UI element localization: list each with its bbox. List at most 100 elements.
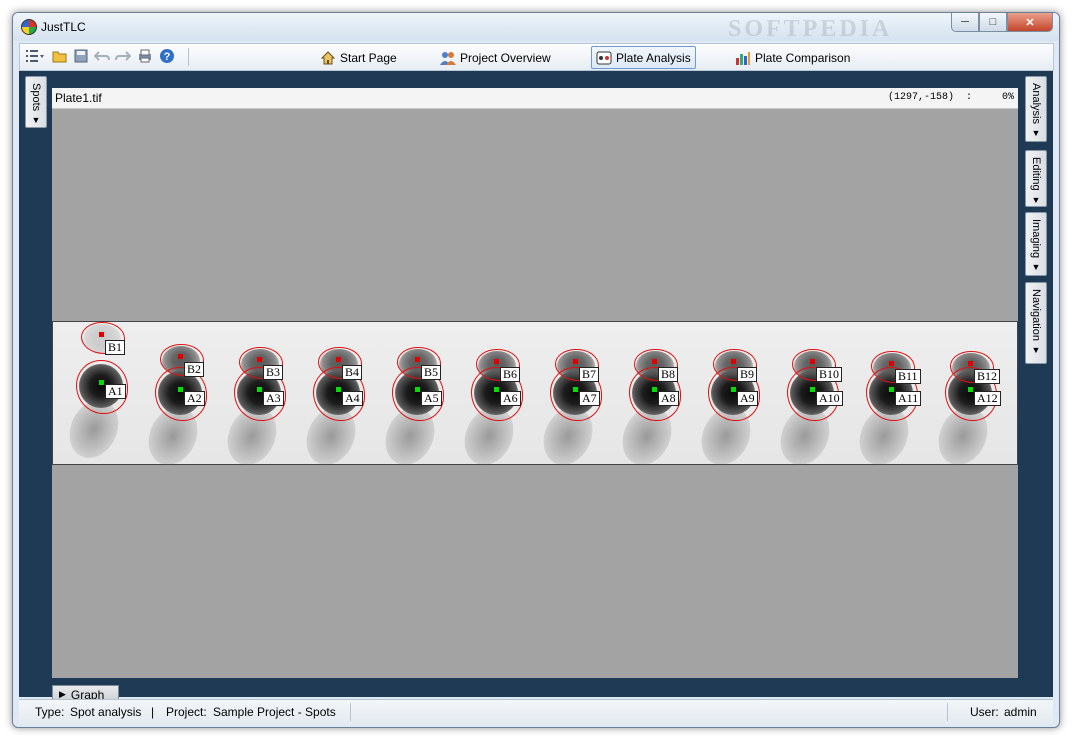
- lower-spot-label: A4: [342, 391, 363, 406]
- upper-spot-label: B11: [895, 369, 921, 384]
- maximize-button[interactable]: □: [979, 13, 1007, 32]
- nav-start-page[interactable]: Start Page: [315, 46, 402, 69]
- main-toolbar: ? Start Page Project Overview Plate Anal…: [19, 43, 1054, 71]
- upper-spot-marker[interactable]: [810, 359, 815, 364]
- nav-start-page-label: Start Page: [340, 50, 397, 65]
- nav-project-overview-label: Project Overview: [460, 50, 551, 65]
- open-folder-icon[interactable]: [52, 48, 68, 64]
- nav-plate-analysis-label: Plate Analysis: [616, 50, 691, 65]
- plate-icon: [596, 50, 612, 66]
- analysis-tab-label: Analysis: [1030, 83, 1042, 124]
- lower-spot-label: A1: [105, 384, 126, 399]
- nav-plate-comparison[interactable]: Plate Comparison: [730, 46, 855, 69]
- cursor-coordinates: (1297,-158) : 0%: [887, 92, 1014, 103]
- upper-spot-marker[interactable]: [573, 359, 578, 364]
- close-button[interactable]: ✕: [1007, 13, 1053, 32]
- navigation-panel-tab[interactable]: Navigation ▼: [1025, 282, 1047, 364]
- plate-canvas[interactable]: B1 A1 B2 A2 B3 A3 B4 A4 B5 A5 B6 A6 B7 A7 B8 A8 B9 A9 B10 A…: [52, 109, 1018, 678]
- list-menu-icon[interactable]: [24, 48, 46, 64]
- home-icon: [320, 50, 336, 66]
- lower-spot-label: A2: [184, 391, 205, 406]
- status-user-label: User:: [970, 705, 999, 719]
- watermark: SOFTPEDIA: [728, 16, 893, 42]
- chevron-down-icon: ▼: [31, 115, 41, 126]
- lower-spot-marker[interactable]: [257, 387, 262, 392]
- upper-spot-marker[interactable]: [415, 357, 420, 362]
- nav-project-overview[interactable]: Project Overview: [435, 46, 556, 69]
- window-controls: ─ □ ✕: [951, 13, 1053, 33]
- lower-spot-marker[interactable]: [810, 387, 815, 392]
- lower-spot-label: A11: [895, 391, 922, 406]
- lower-spot-marker[interactable]: [652, 387, 657, 392]
- status-bar: Type: Spot analysis | Project: Sample Pr…: [19, 699, 1053, 724]
- bar-chart-icon: [735, 50, 751, 66]
- help-icon[interactable]: ?: [159, 48, 175, 64]
- upper-spot-marker[interactable]: [968, 361, 973, 366]
- upper-spot-label: B2: [184, 362, 205, 377]
- status-type-value: Spot analysis: [70, 705, 142, 719]
- lower-spot-marker[interactable]: [968, 387, 973, 392]
- editing-panel-tab[interactable]: Editing ▼: [1025, 150, 1047, 207]
- tlc-plate-image[interactable]: B1 A1 B2 A2 B3 A3 B4 A4 B5 A5 B6 A6 B7 A7 B8 A8 B9 A9 B10 A…: [52, 321, 1018, 473]
- lower-spot-label: A9: [737, 391, 758, 406]
- redo-icon[interactable]: [115, 48, 131, 64]
- status-divider: [350, 703, 351, 721]
- nav-plate-analysis[interactable]: Plate Analysis: [591, 46, 696, 69]
- app-logo-icon: [21, 19, 37, 35]
- upper-spot-marker[interactable]: [731, 359, 736, 364]
- minimize-button[interactable]: ─: [951, 13, 979, 32]
- status-separator: |: [151, 705, 155, 719]
- lower-spot-marker[interactable]: [731, 387, 736, 392]
- upper-spot-marker[interactable]: [178, 354, 183, 359]
- upper-spot-label: B7: [579, 367, 600, 382]
- lower-spot-marker[interactable]: [573, 387, 578, 392]
- upper-spot-label: B12: [974, 369, 1001, 384]
- lower-spot-label: A7: [579, 391, 600, 406]
- nav-plate-comparison-label: Plate Comparison: [755, 50, 851, 65]
- lower-spot-marker[interactable]: [494, 387, 499, 392]
- status-user-value: admin: [1004, 705, 1037, 719]
- lower-spot-marker[interactable]: [415, 387, 420, 392]
- upper-spot-marker[interactable]: [336, 357, 341, 362]
- lower-spot-label: A8: [658, 391, 679, 406]
- lower-spot-label: A5: [421, 391, 442, 406]
- undo-icon[interactable]: [94, 48, 110, 64]
- upper-spot-marker[interactable]: [652, 359, 657, 364]
- lower-spot-marker[interactable]: [178, 387, 183, 392]
- chevron-down-icon: ▼: [1031, 127, 1041, 138]
- upper-spot-marker[interactable]: [99, 332, 104, 337]
- print-icon[interactable]: [137, 48, 153, 64]
- lower-spot-label: A12: [974, 391, 1001, 406]
- upper-spot-marker[interactable]: [257, 357, 262, 362]
- analysis-panel-tab[interactable]: Analysis ▼: [1025, 76, 1047, 142]
- title-bar[interactable]: JustTLC SOFTPEDIA ─ □ ✕: [13, 13, 1059, 42]
- upper-spot-marker[interactable]: [494, 359, 499, 364]
- workspace: Spots ▼ Analysis ▼ Editing ▼ Imaging ▼ N…: [19, 71, 1053, 704]
- imaging-panel-tab[interactable]: Imaging ▼: [1025, 212, 1047, 276]
- upper-spot-label: B6: [500, 367, 521, 382]
- save-icon[interactable]: [73, 48, 89, 64]
- lower-spot-label: A6: [500, 391, 521, 406]
- lower-spot-label: A3: [263, 391, 284, 406]
- users-icon: [440, 50, 456, 66]
- chevron-down-icon: ▼: [1031, 344, 1041, 355]
- svg-text:?: ?: [164, 51, 171, 63]
- upper-spot-label: B9: [737, 367, 758, 382]
- upper-spot-label: B10: [816, 367, 843, 382]
- lower-spot-marker[interactable]: [336, 387, 341, 392]
- chevron-down-icon: ▼: [1031, 262, 1041, 273]
- upper-spot-marker[interactable]: [889, 361, 894, 366]
- window-title: JustTLC: [41, 20, 86, 34]
- imaging-tab-label: Imaging: [1030, 219, 1042, 259]
- lower-spot-marker[interactable]: [99, 380, 104, 385]
- status-project-value: Sample Project - Spots: [213, 705, 336, 719]
- lower-spot-label: A10: [816, 391, 843, 406]
- upper-spot-label: B4: [342, 365, 363, 380]
- status-divider: [947, 703, 948, 721]
- upper-spot-label: B5: [421, 365, 442, 380]
- lower-spot-marker[interactable]: [889, 387, 894, 392]
- chevron-down-icon: ▼: [1031, 194, 1041, 205]
- status-project-label: Project:: [166, 705, 207, 719]
- spots-tab-label: Spots: [30, 83, 42, 112]
- spots-panel-tab[interactable]: Spots ▼: [25, 76, 47, 128]
